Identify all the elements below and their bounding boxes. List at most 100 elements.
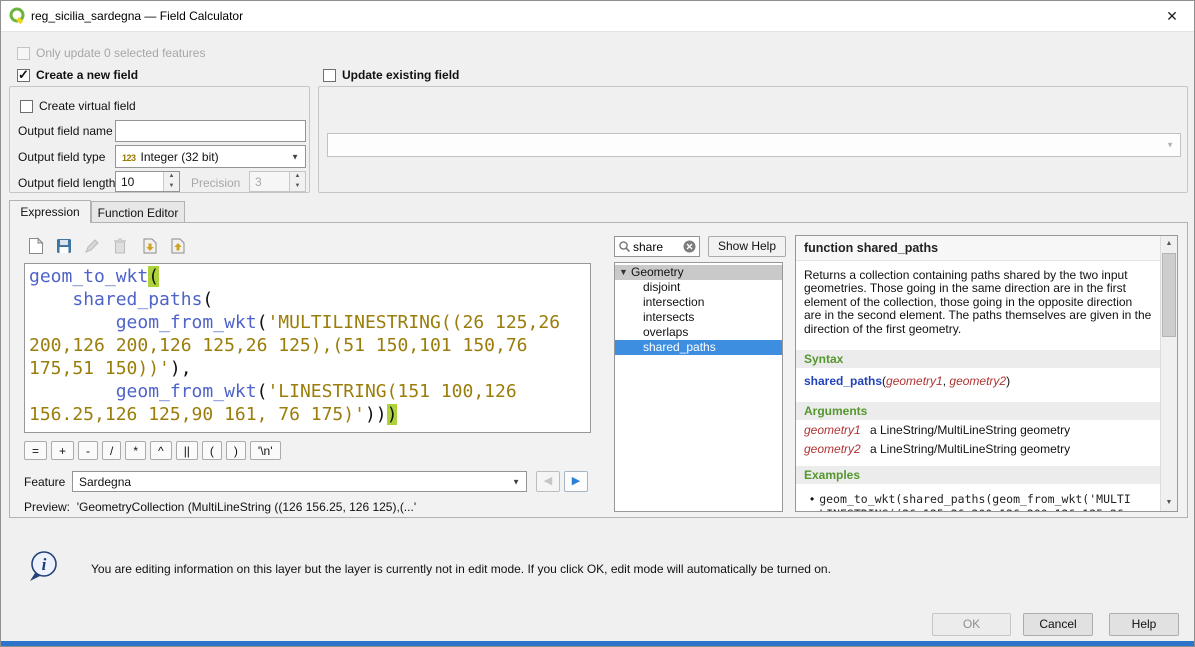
tab-function-editor[interactable]: Function Editor	[91, 201, 185, 223]
operator-plus-button[interactable]: +	[51, 441, 74, 460]
dropdown-arrow-icon: ▼	[1166, 141, 1174, 150]
expression-segment: geom_from_wkt	[116, 312, 257, 333]
precision-spinner: 3 ▲▼	[249, 171, 306, 192]
expression-segment: geom_to_wkt	[29, 266, 148, 287]
operator-equals-button[interactable]: =	[24, 441, 47, 460]
scrollbar-thumb[interactable]	[1162, 253, 1176, 337]
qgis-logo-icon	[9, 7, 26, 27]
spinner-buttons[interactable]: ▲▼	[163, 172, 179, 191]
delete-expression-button	[108, 234, 132, 258]
tree-item-intersects[interactable]: intersects	[615, 310, 782, 325]
edit-mode-notice: You are editing information on this laye…	[91, 562, 831, 576]
search-icon	[618, 240, 631, 256]
operator-divide-button[interactable]: /	[102, 441, 121, 460]
output-field-length-spinner[interactable]: 10 ▲▼	[115, 171, 180, 192]
tree-item-overlaps[interactable]: overlaps	[615, 325, 782, 340]
checkbox-icon	[17, 47, 30, 60]
feature-select[interactable]: Sardegna ▼	[72, 471, 527, 492]
function-search-box[interactable]	[614, 236, 700, 257]
spin-up-icon[interactable]: ▲	[164, 172, 179, 182]
update-existing-field-checkbox[interactable]: Update existing field	[323, 68, 459, 82]
operator-newline-button[interactable]: '\n'	[250, 441, 281, 460]
search-input[interactable]	[633, 238, 679, 255]
create-virtual-field-checkbox[interactable]: Create virtual field	[20, 99, 136, 113]
help-description: Returns a collection containing paths sh…	[796, 261, 1160, 336]
next-feature-button[interactable]: ▶	[564, 471, 588, 492]
only-update-label: Only update 0 selected features	[36, 46, 205, 60]
help-scrollbar[interactable]: ▲ ▼	[1160, 236, 1177, 511]
operator-power-button[interactable]: ^	[150, 441, 172, 460]
new-file-icon	[28, 237, 44, 255]
expression-editor[interactable]: geom_to_wkt( shared_paths( geom_from_wkt…	[24, 263, 591, 433]
feature-label: Feature	[24, 475, 65, 489]
close-icon[interactable]: ✕	[1163, 7, 1181, 25]
operator-open-paren-button[interactable]: (	[202, 441, 222, 460]
syntax-arg2: geometry2	[949, 374, 1006, 388]
feature-value: Sardegna	[79, 475, 131, 489]
tree-item-shared-paths[interactable]: shared_paths	[615, 340, 782, 355]
integer-type-icon: 123	[122, 153, 136, 163]
output-field-name-input[interactable]	[115, 120, 306, 142]
arrow-right-icon: ▶	[572, 475, 580, 487]
function-tree[interactable]: ▼ Geometry disjoint intersection interse…	[614, 262, 783, 512]
dropdown-arrow-icon: ▼	[512, 477, 520, 486]
cancel-button[interactable]: Cancel	[1023, 613, 1093, 636]
tree-group-label: Geometry	[631, 265, 684, 279]
tree-item-disjoint[interactable]: disjoint	[615, 280, 782, 295]
export-expressions-button[interactable]	[166, 234, 190, 258]
clear-search-icon[interactable]	[683, 240, 696, 256]
bullet-icon: •	[810, 492, 814, 511]
matched-bracket: (	[148, 266, 159, 287]
create-virtual-field-label: Create virtual field	[39, 99, 136, 113]
save-icon	[56, 238, 72, 254]
new-expression-button[interactable]	[24, 234, 48, 258]
argument-name: geometry2	[804, 442, 870, 456]
show-help-button[interactable]: Show Help	[708, 236, 786, 257]
scroll-up-icon[interactable]: ▲	[1161, 236, 1177, 252]
save-expression-button[interactable]	[52, 234, 76, 258]
dropdown-arrow-icon: ▼	[291, 152, 299, 161]
syntax-arg1: geometry1	[886, 374, 943, 388]
window-bottom-edge	[1, 641, 1194, 646]
output-field-type-select[interactable]: 123Integer (32 bit) ▼	[115, 145, 306, 168]
expression-segment: geom_from_wkt	[116, 381, 257, 402]
checkbox-icon[interactable]	[323, 69, 336, 82]
output-field-name-label: Output field name	[18, 124, 113, 138]
scroll-down-icon[interactable]: ▼	[1161, 495, 1177, 511]
operator-multiply-button[interactable]: *	[125, 441, 146, 460]
import-icon	[142, 238, 158, 254]
spin-down-icon: ▼	[290, 182, 305, 192]
help-syntax-header: Syntax	[796, 350, 1160, 368]
tree-group-geometry[interactable]: ▼ Geometry	[615, 265, 782, 280]
example-code-line: geom_to_wkt(shared_paths(geom_from_wkt('…	[819, 492, 1131, 507]
import-expressions-button[interactable]	[138, 234, 162, 258]
operator-minus-button[interactable]: -	[78, 441, 98, 460]
syntax-function-name: shared_paths	[804, 374, 882, 388]
expression-segment: (	[257, 381, 268, 402]
argument-name: geometry1	[804, 423, 870, 437]
operator-buttons: = + - / * ^ || ( ) '\n'	[24, 441, 281, 460]
matched-bracket: )	[387, 404, 398, 425]
tab-expression[interactable]: Expression	[9, 200, 91, 223]
operator-concat-button[interactable]: ||	[176, 441, 198, 460]
expression-segment: shared_paths	[72, 289, 202, 310]
preview-value: 'GeometryCollection (MultiLineString ((1…	[77, 500, 416, 514]
help-examples-header: Examples	[796, 466, 1160, 484]
create-new-field-checkbox[interactable]: Create a new field	[17, 68, 138, 82]
export-icon	[170, 238, 186, 254]
example-item: • geom_to_wkt(shared_paths(geom_from_wkt…	[796, 484, 1160, 511]
expression-segment: (	[257, 312, 268, 333]
help-syntax-line: shared_paths(geometry1, geometry2)	[796, 368, 1160, 394]
checkbox-checked-icon[interactable]	[17, 69, 30, 82]
tree-expander-icon[interactable]: ▼	[619, 265, 628, 280]
output-field-length-label: Output field length	[18, 176, 115, 190]
spin-down-icon[interactable]: ▼	[164, 182, 179, 192]
help-button[interactable]: Help	[1109, 613, 1179, 636]
operator-close-paren-button[interactable]: )	[226, 441, 246, 460]
tree-item-intersection[interactable]: intersection	[615, 295, 782, 310]
ok-button: OK	[932, 613, 1011, 636]
expression-tab-panel: geom_to_wkt( shared_paths( geom_from_wkt…	[9, 222, 1188, 518]
only-update-checkbox: Only update 0 selected features	[17, 46, 205, 60]
checkbox-icon[interactable]	[20, 100, 33, 113]
edit-expression-button	[80, 234, 104, 258]
